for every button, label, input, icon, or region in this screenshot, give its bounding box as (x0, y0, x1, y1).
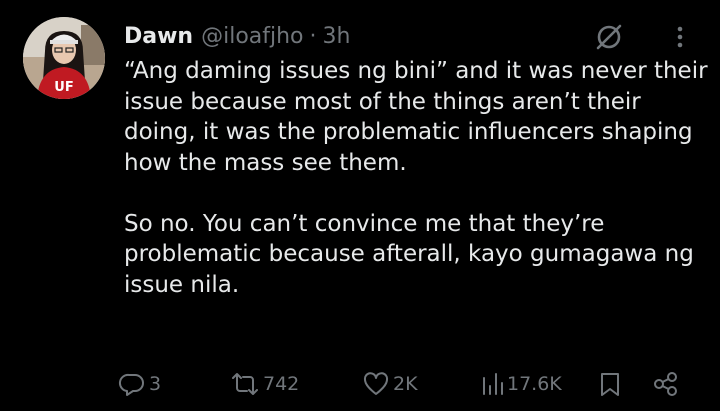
like-count: 2K (393, 373, 418, 395)
share-icon (652, 370, 680, 398)
author-handle[interactable]: @iloafjho (201, 24, 303, 49)
separator-dot: · (309, 23, 317, 49)
avatar-shirt-text: UF (54, 80, 73, 95)
grok-icon[interactable] (594, 22, 624, 52)
timestamp[interactable]: 3h (323, 24, 351, 49)
tweet-header: Dawn @iloafjho · 3h (124, 19, 350, 53)
like-icon (362, 370, 390, 398)
bookmark-icon (598, 370, 622, 398)
reply-count: 3 (149, 373, 162, 395)
repost-button[interactable]: 742 (230, 368, 299, 400)
tweet-paragraph-2: So no. You can’t convince me that they’r… (124, 210, 694, 298)
avatar[interactable]: UF (23, 17, 105, 99)
repost-icon (230, 370, 260, 398)
author-name[interactable]: Dawn (124, 24, 193, 49)
avatar-image: UF (23, 17, 105, 99)
action-bar: 3 742 2K 17.6K (118, 368, 708, 400)
views-icon (480, 370, 504, 398)
repost-count: 742 (263, 373, 300, 395)
tweet[interactable]: UF Dawn @iloafjho · 3h “Ang daming issue… (0, 0, 720, 411)
reply-icon (118, 370, 146, 398)
share-button[interactable] (652, 368, 680, 400)
tweet-paragraph-1: “Ang daming issues ng bini” and it was n… (124, 58, 708, 176)
bookmark-button[interactable] (598, 368, 622, 400)
views-count: 17.6K (507, 373, 562, 395)
more-icon[interactable] (670, 22, 690, 52)
like-button[interactable]: 2K (362, 368, 418, 400)
views-button[interactable]: 17.6K (480, 368, 562, 400)
tweet-text: “Ang daming issues ng bini” and it was n… (124, 56, 714, 300)
reply-button[interactable]: 3 (118, 368, 161, 400)
